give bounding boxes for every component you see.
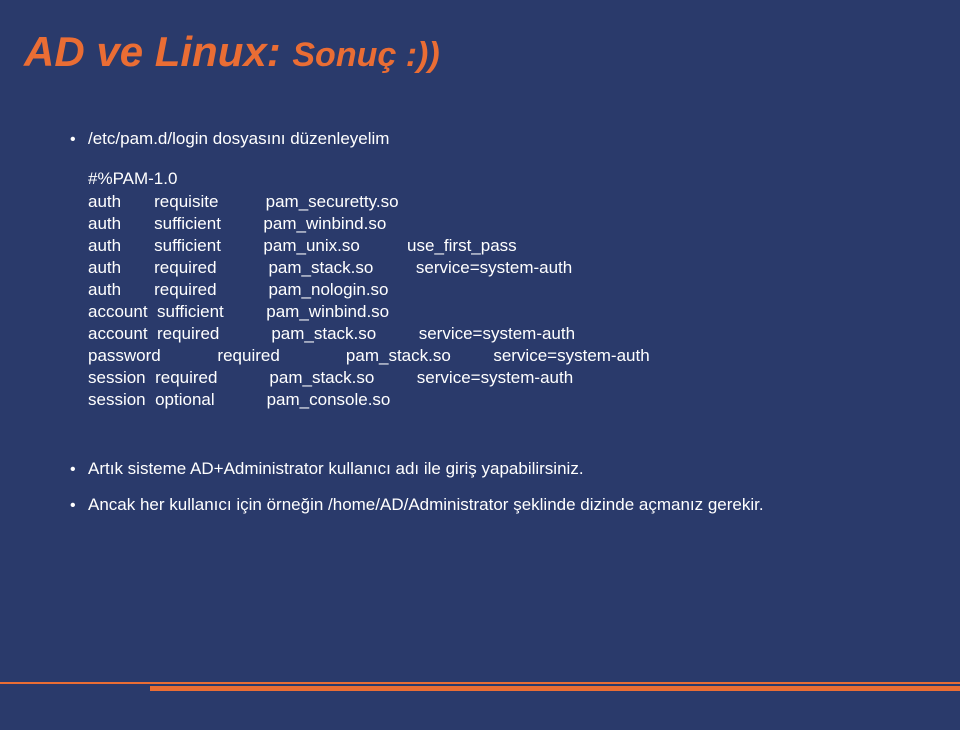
title-sub: Sonuç :)) (292, 36, 439, 74)
bullet-item: • Artık sisteme AD+Administrator kullanı… (70, 412, 960, 480)
bullet-item: • /etc/pam.d/login dosyasını düzenleyeli… (70, 128, 960, 150)
code-block: #%PAM-1.0 auth requisite pam_securetty.s… (70, 150, 960, 411)
bullet-dot-icon: • (70, 130, 88, 150)
bullet-dot-icon: • (70, 460, 88, 480)
footer-decoration (0, 682, 960, 688)
slide: AD ve Linux: Sonuç :)) • /etc/pam.d/logi… (0, 0, 960, 730)
content-area: • /etc/pam.d/login dosyasını düzenleyeli… (0, 76, 960, 516)
bullet-text: /etc/pam.d/login dosyasını düzenleyelim (88, 128, 960, 150)
bullet-dot-icon: • (70, 496, 88, 516)
title-main: AD ve Linux: (24, 28, 281, 75)
bullet-text: Ancak her kullanıcı için örneğin /home/A… (88, 494, 960, 516)
bullet-text: Artık sisteme AD+Administrator kullanıcı… (88, 458, 960, 480)
slide-title: AD ve Linux: Sonuç :)) (0, 0, 960, 76)
footer-line-thin (0, 682, 960, 684)
footer-line-thick (150, 686, 960, 691)
bullet-item: • Ancak her kullanıcı için örneğin /home… (70, 480, 960, 516)
